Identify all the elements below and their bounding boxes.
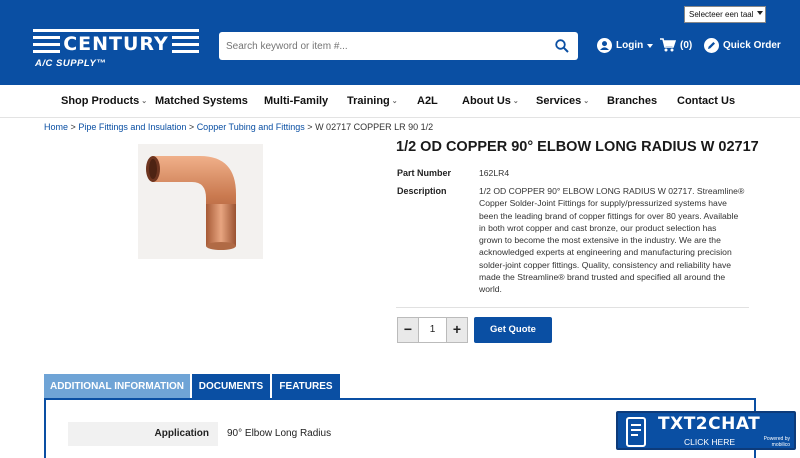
breadcrumb: Home > Pipe Fittings and Insulation > Co… bbox=[44, 122, 433, 132]
part-number-value: 162LR4 bbox=[479, 168, 510, 178]
nav-item-shop-products[interactable]: Shop Products ⌄ bbox=[61, 95, 147, 107]
nav-item-branches[interactable]: Branches bbox=[607, 95, 657, 107]
nav-item-multi-family[interactable]: Multi-Family bbox=[264, 95, 328, 107]
nav-item-training[interactable]: Training ⌄ bbox=[347, 95, 398, 107]
nav-item-contact-us[interactable]: Contact Us bbox=[677, 95, 735, 107]
phone-icon bbox=[626, 417, 646, 447]
breadcrumb-link-home[interactable]: Home bbox=[44, 122, 68, 132]
cart-count: (0) bbox=[680, 39, 693, 51]
quick-order-label: Quick Order bbox=[723, 40, 781, 51]
breadcrumb-separator: > bbox=[307, 122, 313, 132]
chevron-down-icon: ⌄ bbox=[141, 98, 148, 105]
chat-powered-by: Powered by mobilico bbox=[763, 436, 790, 448]
nav-item-about-us[interactable]: About Us ⌄ bbox=[462, 95, 519, 107]
txt2chat-widget[interactable]: TXT2CHAT CLICK HERE Powered by mobilico bbox=[616, 411, 796, 450]
language-select-label: Selecteer een taal bbox=[689, 10, 754, 19]
chevron-down-icon: ⌄ bbox=[583, 98, 590, 105]
product-title: 1/2 OD COPPER 90° ELBOW LONG RADIUS W 02… bbox=[396, 139, 759, 155]
breadcrumb-link-copper-tubing[interactable]: Copper Tubing and Fittings bbox=[197, 122, 305, 132]
quantity-increment-button[interactable]: + bbox=[447, 318, 467, 342]
quantity-decrement-button[interactable]: − bbox=[398, 318, 418, 342]
logo-subtitle: A/C SUPPLY™ bbox=[35, 58, 107, 69]
breadcrumb-separator: > bbox=[188, 122, 195, 132]
breadcrumb-separator: > bbox=[70, 122, 76, 132]
search-input[interactable] bbox=[226, 32, 546, 60]
login-button[interactable]: Login bbox=[597, 38, 654, 53]
nav-item-a2l[interactable]: A2L bbox=[417, 95, 438, 107]
logo-text: CENTURY bbox=[60, 33, 172, 55]
search-icon[interactable] bbox=[555, 39, 569, 53]
pencil-icon bbox=[704, 38, 719, 53]
language-select[interactable]: Selecteer een taal bbox=[684, 6, 766, 23]
nav-item-services[interactable]: Services ⌄ bbox=[536, 95, 589, 107]
info-row-label: Application bbox=[68, 422, 218, 446]
chat-subtitle: CLICK HERE bbox=[684, 437, 736, 447]
chevron-down-icon bbox=[647, 43, 654, 48]
nav-item-matched-systems[interactable]: Matched Systems bbox=[155, 95, 248, 107]
chat-title: TXT2CHAT bbox=[658, 414, 761, 434]
tab-documents[interactable]: DOCUMENTS bbox=[192, 374, 270, 399]
info-row-value: 90° Elbow Long Radius bbox=[227, 428, 332, 439]
description-text: 1/2 OD COPPER 90° ELBOW LONG RADIUS W 02… bbox=[479, 186, 745, 295]
product-image[interactable] bbox=[138, 144, 263, 259]
breadcrumb-link-pipe-fittings[interactable]: Pipe Fittings and Insulation bbox=[78, 122, 186, 132]
get-quote-button[interactable]: Get Quote bbox=[474, 317, 552, 343]
century-logo[interactable]: CENTURY A/C SUPPLY™ bbox=[33, 29, 199, 71]
cart-icon bbox=[660, 38, 676, 52]
chevron-down-icon bbox=[757, 11, 763, 15]
login-label: Login bbox=[616, 40, 644, 51]
search-bar bbox=[219, 32, 578, 60]
info-row: Application 90° Elbow Long Radius bbox=[68, 422, 332, 446]
tab-additional-information[interactable]: ADDITIONAL INFORMATION bbox=[44, 374, 190, 399]
top-header: CENTURY A/C SUPPLY™ Selecteer een taal L… bbox=[0, 0, 800, 85]
chevron-down-icon: ⌄ bbox=[512, 98, 519, 105]
divider bbox=[396, 307, 749, 308]
chevron-down-icon: ⌄ bbox=[391, 98, 398, 105]
user-icon bbox=[597, 38, 612, 53]
quick-order-button[interactable]: Quick Order bbox=[704, 38, 781, 53]
description-label: Description bbox=[397, 186, 447, 196]
copper-elbow-image bbox=[146, 156, 236, 250]
quantity-stepper: − 1 + bbox=[397, 317, 468, 343]
main-nav: Shop Products ⌄ Matched Systems Multi-Fam… bbox=[0, 85, 800, 118]
tab-features[interactable]: FEATURES bbox=[272, 374, 340, 399]
quantity-input[interactable]: 1 bbox=[418, 318, 447, 342]
cart-button[interactable]: (0) bbox=[660, 38, 692, 52]
breadcrumb-current: W 02717 COPPER LR 90 1/2 bbox=[315, 122, 434, 132]
part-number-label: Part Number bbox=[397, 168, 452, 178]
